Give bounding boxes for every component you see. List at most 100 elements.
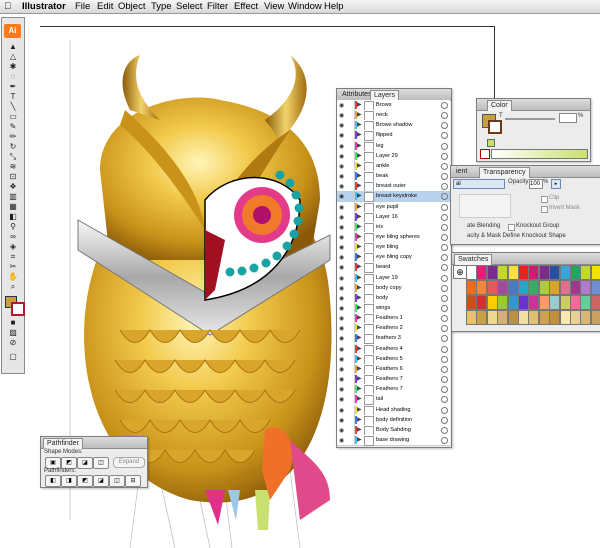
color-swatch[interactable] [580,310,592,325]
blend-mode-select[interactable]: al [453,179,505,189]
trim-button[interactable]: ◨ [61,475,77,487]
lock-toggle[interactable] [347,171,355,182]
color-swatch[interactable] [570,265,581,280]
type-tool-icon[interactable]: T [5,92,21,101]
color-swatch[interactable] [466,265,477,280]
lock-toggle[interactable] [347,313,355,324]
opacity-field[interactable]: 100 [529,179,543,189]
live-paint-icon[interactable]: ◈ [5,242,21,251]
lock-toggle[interactable] [347,252,355,263]
scale-tool-icon[interactable]: ⤡ [5,152,21,161]
small-swatch[interactable] [487,139,495,147]
layer-name[interactable]: neck [376,110,388,120]
lock-toggle[interactable] [347,201,355,212]
lock-toggle[interactable] [347,231,355,242]
lock-toggle[interactable] [347,424,355,435]
color-swatch[interactable] [507,280,519,295]
expand-triangle-icon[interactable]: ▶ [357,141,362,151]
lock-toggle[interactable] [347,282,355,293]
free-transform-icon[interactable]: ⊡ [5,172,21,181]
color-swatch[interactable] [538,310,550,325]
gradient-tool-icon[interactable]: ◧ [5,212,21,221]
hand-tool-icon[interactable]: ✋ [5,272,21,281]
lock-toggle[interactable] [347,394,355,405]
knockout-group-checkbox[interactable] [508,224,515,231]
color-swatch[interactable] [580,280,592,295]
eyedropper-icon[interactable]: ⚲ [5,222,21,231]
slice-tool-icon[interactable]: ⌗ [5,252,21,261]
color-swatch[interactable] [590,265,600,280]
lasso-icon[interactable]: ◌ [5,72,21,81]
color-swatch[interactable] [580,295,592,310]
target-circle-icon[interactable] [441,264,448,272]
exclude-button[interactable]: ◫ [93,457,109,469]
expand-triangle-icon[interactable]: ▶ [357,435,362,445]
direct-selection-tool-icon[interactable]: △ [5,52,21,61]
expand-triangle-icon[interactable]: ▶ [357,171,362,181]
lock-toggle[interactable] [347,181,355,192]
target-circle-icon[interactable] [441,244,448,252]
layer-name[interactable]: Feathers 2 [376,323,403,333]
color-swatch[interactable] [590,280,600,295]
target-circle-icon[interactable] [441,355,448,363]
layer-name[interactable]: breast outer [376,181,406,191]
expand-triangle-icon[interactable]: ▶ [357,394,362,404]
layer-name[interactable]: Feathers 6 [376,364,403,374]
merge-button[interactable]: ◩ [77,475,93,487]
expand-triangle-icon[interactable]: ▶ [357,415,362,425]
expand-triangle-icon[interactable]: ▶ [357,283,362,293]
expand-triangle-icon[interactable]: ▶ [357,303,362,313]
layer-name[interactable]: beak [376,171,388,181]
color-spectrum-bar[interactable] [491,149,588,159]
color-swatch[interactable] [486,280,498,295]
expand-triangle-icon[interactable]: ▶ [357,191,362,201]
color-swatch[interactable] [518,265,529,280]
target-circle-icon[interactable] [441,152,448,160]
lock-toggle[interactable] [347,160,355,171]
expand-triangle-icon[interactable]: ▶ [357,333,362,343]
target-circle-icon[interactable] [441,416,448,424]
lock-toggle[interactable] [347,140,355,151]
expand-triangle-icon[interactable]: ▶ [357,161,362,171]
warp-tool-icon[interactable]: ≋ [5,162,21,171]
lock-toggle[interactable] [347,272,355,283]
target-circle-icon[interactable] [441,325,448,333]
target-circle-icon[interactable] [441,406,448,414]
target-circle-icon[interactable] [441,284,448,292]
pen-tool-icon[interactable]: ✒ [5,82,21,91]
layer-name[interactable]: Layer 16 [376,212,398,222]
lock-toggle[interactable] [347,100,355,110]
expand-triangle-icon[interactable]: ▶ [357,313,362,323]
color-swatch[interactable] [486,295,498,310]
layer-name[interactable]: body [376,293,388,303]
layer-name[interactable]: base drawing [376,435,409,445]
layer-name[interactable]: Feathers 7 [376,384,403,394]
color-swatch[interactable] [549,265,561,280]
pencil-tool-icon[interactable]: ✏ [5,132,21,141]
target-circle-icon[interactable] [441,203,448,211]
target-circle-icon[interactable] [441,305,448,312]
color-swatch[interactable] [580,265,592,280]
color-swatch[interactable] [590,295,600,310]
lock-toggle[interactable] [347,191,355,202]
color-swatch[interactable] [518,295,529,310]
target-circle-icon[interactable] [441,183,448,191]
tint-value-field[interactable] [559,113,577,123]
layer-name[interactable]: iris [376,222,383,232]
layer-name[interactable]: body definition [376,415,412,425]
mesh-tool-icon[interactable]: ▦ [5,202,21,211]
expand-triangle-icon[interactable]: ▶ [357,273,362,283]
expand-triangle-icon[interactable]: ▶ [357,130,362,140]
target-circle-icon[interactable] [441,223,448,231]
magic-wand-icon[interactable]: ✱ [5,62,21,71]
lock-toggle[interactable] [347,303,355,313]
color-swatch[interactable] [528,280,540,295]
color-swatch[interactable] [497,280,509,295]
layer-name[interactable]: eye bling spheres [376,232,420,242]
graph-tool-icon[interactable]: ▥ [5,192,21,201]
none-swatch[interactable] [480,149,490,159]
symbol-sprayer-icon[interactable]: ❖ [5,182,21,191]
target-circle-icon[interactable] [441,436,448,444]
color-swatch[interactable] [476,280,488,295]
lock-toggle[interactable] [347,211,355,222]
